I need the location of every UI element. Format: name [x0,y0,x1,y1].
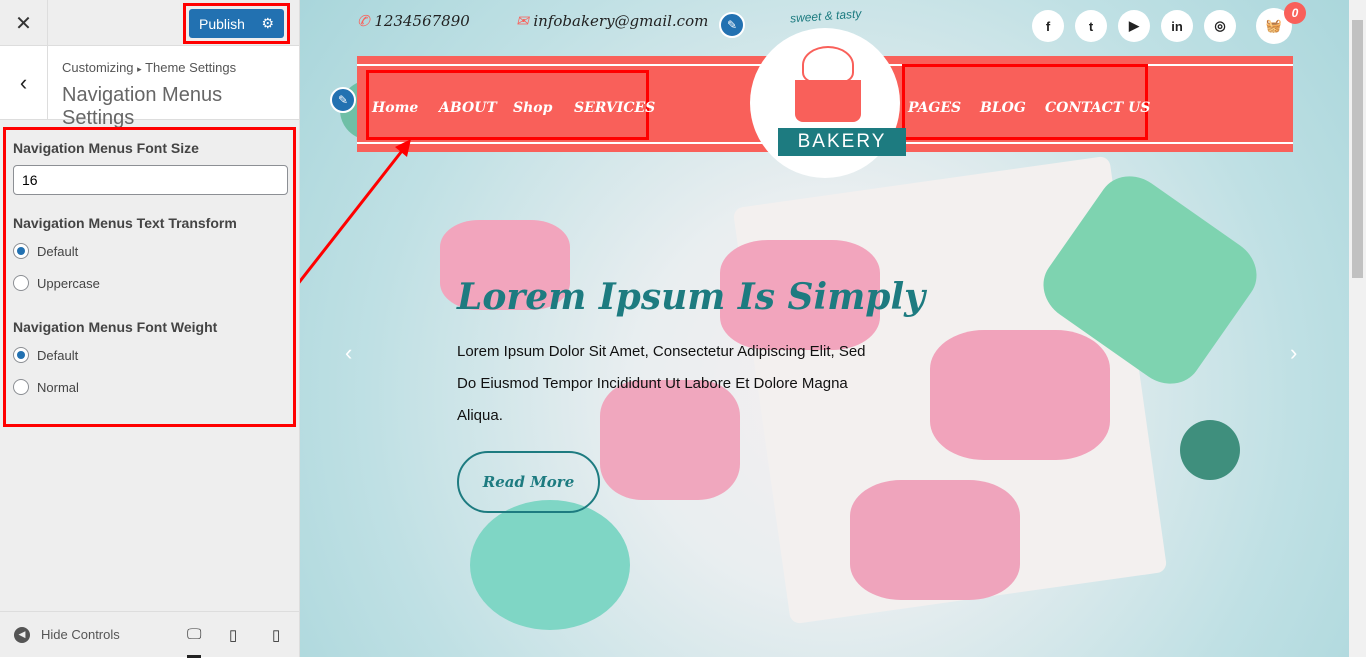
radio-transform-default[interactable]: Default [13,235,286,267]
scrollbar-thumb[interactable] [1352,20,1363,278]
radio-button[interactable] [13,379,29,395]
logo-ribbon: BAKERY [778,128,906,156]
radio-label: Uppercase [37,275,100,291]
email-text: ✉ infobakery@gmail.com [516,12,708,30]
phone-number: 1234567890 [374,12,470,30]
youtube-icon[interactable]: ▶ [1118,10,1150,42]
settings-panel: Navigation Menus Font Size Navigation Me… [3,127,296,427]
cart-count-badge: 0 [1284,2,1306,24]
hero-title: Lorem Ipsum Is Simply [457,276,926,318]
radio-button[interactable] [13,275,29,291]
cupcake-cream [802,46,854,84]
nav-blog[interactable]: BLOG [980,100,1026,116]
slider-next-icon[interactable]: › [1290,340,1297,366]
cupcake-icon [795,80,861,122]
publish-highlight: Publish ⚙ [183,3,290,44]
publish-button[interactable]: Publish ⚙ [189,9,284,38]
section-header: ‹ Customizing ▸ Theme Settings Navigatio… [0,46,299,129]
annotation-arrow [300,139,411,284]
gear-icon[interactable]: ⚙ [261,15,274,32]
linkedin-icon[interactable]: in [1161,10,1193,42]
hide-controls-button[interactable]: Hide Controls [41,627,120,642]
back-icon[interactable]: ‹ [0,46,48,120]
breadcrumb-sep: ▸ [137,64,142,74]
nav-shop[interactable]: Shop [513,100,552,116]
email-icon: ✉ [516,12,529,30]
tablet-preview-icon[interactable]: ▯ [229,626,237,644]
radio-label: Default [37,243,79,259]
breadcrumb: Customizing ▸ Theme Settings [62,60,236,75]
edit-shortcut-icon[interactable]: ✎ [719,12,745,38]
logo-name: BAKERY [797,131,887,152]
radio-transform-uppercase[interactable]: Uppercase [13,267,286,299]
font-weight-label: Navigation Menus Font Weight [13,319,218,335]
phone-icon: ✆ [357,12,370,30]
phone-text: ✆ 1234567890 [357,12,470,30]
twitter-icon[interactable]: t [1075,10,1107,42]
logo-tagline: sweet & tasty [789,6,862,26]
hide-controls-icon[interactable]: ◀ [14,626,30,643]
radio-button[interactable] [13,347,29,363]
nav-home[interactable]: Home [372,100,418,116]
breadcrumb-root: Customizing [62,60,134,75]
slider-prev-icon[interactable]: ‹ [345,340,352,366]
customizer-footer: ◀ Hide Controls 🖵 ▯ ▯ [0,611,300,658]
font-size-input[interactable] [13,165,288,195]
nav-pages[interactable]: PAGES [908,100,961,116]
radio-button[interactable] [13,243,29,259]
font-size-label: Navigation Menus Font Size [13,140,199,156]
nav-about[interactable]: ABOUT [439,100,497,116]
hero-text: Lorem Ipsum Dolor Sit Amet, Consectetur … [457,343,866,424]
site-preview: ✆ 1234567890 ✉ infobakery@gmail.com ✎ f … [300,0,1366,657]
radio-weight-default[interactable]: Default [13,339,286,371]
scrollbar[interactable] [1349,0,1366,657]
facebook-icon[interactable]: f [1032,10,1064,42]
breadcrumb-section: Theme Settings [145,60,237,75]
close-icon[interactable]: ✕ [0,0,48,46]
radio-label: Default [37,347,79,363]
read-more-button[interactable]: Read More [457,451,600,513]
nav-contact[interactable]: CONTACT US [1045,100,1150,116]
email-address: infobakery@gmail.com [533,12,709,30]
edit-menu-icon[interactable]: ✎ [330,87,356,113]
publish-label: Publish [199,15,245,32]
mobile-preview-icon[interactable]: ▯ [272,626,280,644]
nav-services[interactable]: SERVICES [574,100,655,116]
customizer-header: ✕ Publish ⚙ [0,0,299,46]
page-title: Navigation Menus Settings [62,84,223,129]
radio-label: Normal [37,379,79,395]
text-transform-label: Navigation Menus Text Transform [13,215,237,231]
instagram-icon[interactable]: ◎ [1204,10,1236,42]
desktop-preview-icon[interactable]: 🖵 [187,626,202,658]
customizer-sidebar: ✕ Publish ⚙ ‹ Customizing ▸ Theme Setting… [0,0,300,658]
radio-weight-normal[interactable]: Normal [13,371,286,403]
